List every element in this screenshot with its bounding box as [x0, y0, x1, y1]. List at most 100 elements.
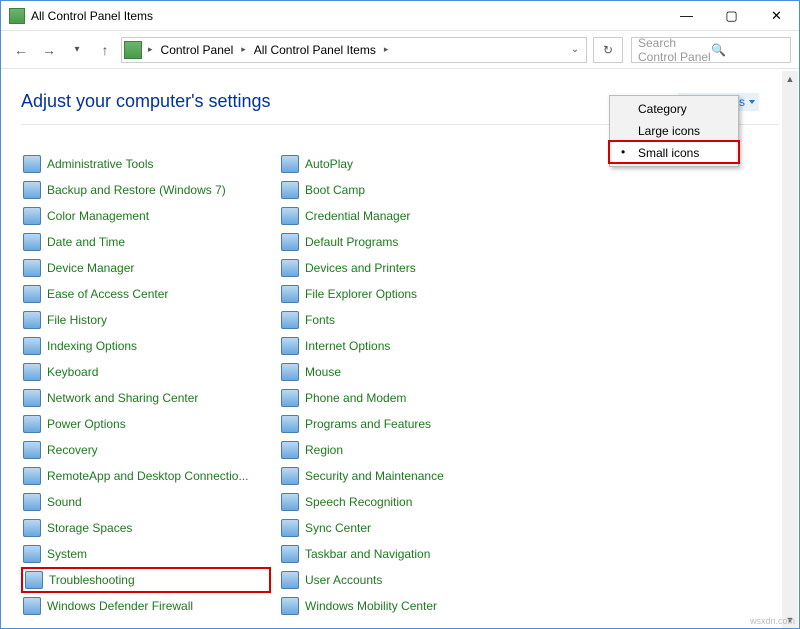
item-storage-spaces[interactable]: Storage Spaces: [21, 515, 271, 541]
refresh-button[interactable]: ↻: [593, 37, 623, 63]
item-sync-center[interactable]: Sync Center: [279, 515, 529, 541]
watermark: wsxdn.com: [750, 616, 795, 626]
item-autoplay[interactable]: AutoPlay: [279, 151, 529, 177]
item-label: Sound: [47, 495, 82, 509]
system-icon: [23, 545, 41, 563]
up-button[interactable]: ↑: [93, 38, 117, 62]
forward-button[interactable]: →: [37, 38, 61, 62]
minimize-button[interactable]: —: [664, 1, 709, 30]
item-label: Keyboard: [47, 365, 98, 379]
search-box[interactable]: Search Control Panel 🔍: [631, 37, 791, 63]
address-dropdown-button[interactable]: ⌄: [566, 44, 584, 55]
item-label: Credential Manager: [305, 209, 410, 223]
item-label: Power Options: [47, 417, 126, 431]
speech-icon: [281, 493, 299, 511]
item-phone-modem[interactable]: Phone and Modem: [279, 385, 529, 411]
item-label: Devices and Printers: [305, 261, 416, 275]
item-boot-camp[interactable]: Boot Camp: [279, 177, 529, 203]
programs-icon: [281, 415, 299, 433]
item-label: Fonts: [305, 313, 335, 327]
mobility-icon: [281, 597, 299, 615]
item-label: Speech Recognition: [305, 495, 412, 509]
item-default-programs[interactable]: Default Programs: [279, 229, 529, 255]
close-button[interactable]: ✕: [754, 1, 799, 30]
default-programs-icon: [281, 233, 299, 251]
breadcrumb-all-items[interactable]: All Control Panel Items: [252, 38, 378, 62]
region-icon: [281, 441, 299, 459]
recent-locations-button[interactable]: ▾: [65, 38, 89, 62]
maximize-button[interactable]: ▢: [709, 1, 754, 30]
window-buttons: — ▢ ✕: [664, 1, 799, 30]
item-administrative-tools[interactable]: Administrative Tools: [21, 151, 271, 177]
item-ease-of-access[interactable]: Ease of Access Center: [21, 281, 271, 307]
sound-icon: [23, 493, 41, 511]
search-placeholder: Search Control Panel: [638, 36, 711, 64]
item-file-explorer-options[interactable]: File Explorer Options: [279, 281, 529, 307]
item-windows-defender-firewall[interactable]: Windows Defender Firewall: [21, 593, 271, 619]
page-heading: Adjust your computer's settings: [21, 91, 627, 112]
item-label: Windows Mobility Center: [305, 599, 437, 613]
item-region[interactable]: Region: [279, 437, 529, 463]
backup-icon: [23, 181, 41, 199]
item-windows-mobility-center[interactable]: Windows Mobility Center: [279, 593, 529, 619]
indexing-icon: [23, 337, 41, 355]
item-mouse[interactable]: Mouse: [279, 359, 529, 385]
internet-icon: [281, 337, 299, 355]
window-title: All Control Panel Items: [31, 9, 664, 23]
item-date-time[interactable]: Date and Time: [21, 229, 271, 255]
fonts-icon: [281, 311, 299, 329]
item-security-maintenance[interactable]: Security and Maintenance: [279, 463, 529, 489]
title-bar: All Control Panel Items — ▢ ✕: [1, 1, 799, 31]
item-credential-manager[interactable]: Credential Manager: [279, 203, 529, 229]
control-panel-icon: [9, 8, 25, 24]
chevron-right-icon[interactable]: ▸: [146, 44, 155, 55]
mouse-icon: [281, 363, 299, 381]
item-keyboard[interactable]: Keyboard: [21, 359, 271, 385]
item-label: RemoteApp and Desktop Connectio...: [47, 469, 248, 483]
item-label: Ease of Access Center: [47, 287, 168, 301]
view-option-category[interactable]: Category: [612, 98, 736, 120]
item-user-accounts[interactable]: User Accounts: [279, 567, 529, 593]
item-backup-restore[interactable]: Backup and Restore (Windows 7): [21, 177, 271, 203]
item-color-management[interactable]: Color Management: [21, 203, 271, 229]
item-label: Troubleshooting: [49, 573, 135, 587]
address-bar[interactable]: ▸ Control Panel ▸ All Control Panel Item…: [121, 37, 587, 63]
vertical-scrollbar[interactable]: ▲ ▼: [782, 71, 798, 628]
chevron-right-icon[interactable]: ▸: [239, 44, 248, 55]
keyboard-icon: [23, 363, 41, 381]
back-button[interactable]: ←: [9, 38, 33, 62]
item-taskbar-navigation[interactable]: Taskbar and Navigation: [279, 541, 529, 567]
breadcrumb-control-panel[interactable]: Control Panel: [159, 38, 236, 62]
item-file-history[interactable]: File History: [21, 307, 271, 333]
column-1: Administrative Tools Backup and Restore …: [21, 151, 271, 619]
security-icon: [281, 467, 299, 485]
item-network-sharing[interactable]: Network and Sharing Center: [21, 385, 271, 411]
item-internet-options[interactable]: Internet Options: [279, 333, 529, 359]
item-troubleshooting[interactable]: Troubleshooting: [21, 567, 271, 593]
view-option-large-icons[interactable]: Large icons: [612, 120, 736, 142]
item-sound[interactable]: Sound: [21, 489, 271, 515]
item-remoteapp[interactable]: RemoteApp and Desktop Connectio...: [21, 463, 271, 489]
item-label: Windows Defender Firewall: [47, 599, 193, 613]
chevron-right-icon[interactable]: ▸: [382, 44, 391, 55]
view-option-small-icons[interactable]: Small icons: [612, 142, 736, 164]
item-label: Network and Sharing Center: [47, 391, 198, 405]
item-recovery[interactable]: Recovery: [21, 437, 271, 463]
item-system[interactable]: System: [21, 541, 271, 567]
item-label: File Explorer Options: [305, 287, 417, 301]
history-icon: [23, 311, 41, 329]
item-label: User Accounts: [305, 573, 382, 587]
view-by-menu: Category Large icons Small icons: [609, 95, 739, 167]
item-programs-features[interactable]: Programs and Features: [279, 411, 529, 437]
storage-icon: [23, 519, 41, 537]
scroll-up-button[interactable]: ▲: [782, 71, 798, 87]
item-device-manager[interactable]: Device Manager: [21, 255, 271, 281]
item-speech-recognition[interactable]: Speech Recognition: [279, 489, 529, 515]
item-label: Backup and Restore (Windows 7): [47, 183, 226, 197]
item-indexing-options[interactable]: Indexing Options: [21, 333, 271, 359]
item-devices-printers[interactable]: Devices and Printers: [279, 255, 529, 281]
color-icon: [23, 207, 41, 225]
item-fonts[interactable]: Fonts: [279, 307, 529, 333]
item-power-options[interactable]: Power Options: [21, 411, 271, 437]
firewall-icon: [23, 597, 41, 615]
